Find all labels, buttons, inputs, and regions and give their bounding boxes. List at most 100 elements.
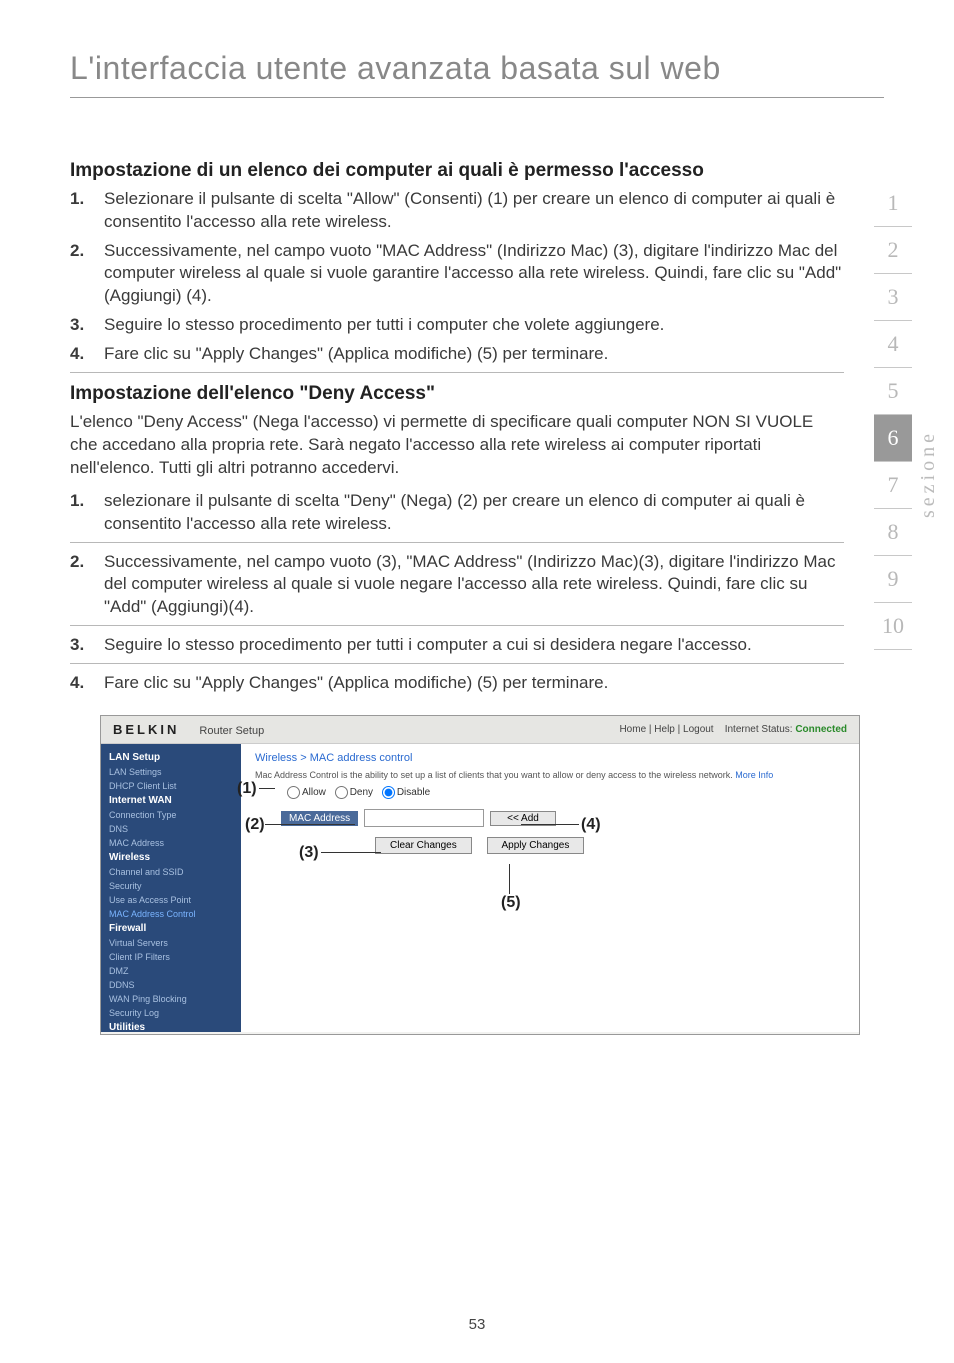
list-item: 4. Fare clic su "Apply Changes" (Applica… [70, 672, 844, 695]
item-text: Seguire lo stesso procedimento per tutti… [104, 314, 844, 337]
section-b-heading: Impostazione dell'elenco "Deny Access" [70, 381, 844, 407]
list-item: 3. Seguire lo stesso procedimento per tu… [70, 314, 844, 337]
item-text: Successivamente, nel campo vuoto (3), "M… [104, 551, 844, 620]
radio-allow-label: Allow [302, 787, 326, 798]
callout-line [509, 864, 510, 894]
page-number: 53 [0, 1316, 954, 1333]
callout-3: (3) [299, 844, 319, 862]
status-label: Internet Status: [725, 724, 793, 735]
item-number: 4. [70, 672, 104, 695]
divider [70, 542, 844, 543]
list-item: 3. Seguire lo stesso procedimento per tu… [70, 634, 844, 657]
radio-allow[interactable] [287, 786, 300, 799]
sidebar-item-wireless[interactable]: Wireless [101, 850, 241, 865]
radio-disable-label: Disable [397, 787, 430, 798]
sidebar-item[interactable]: DDNS [101, 978, 241, 992]
mac-desc: Mac Address Control is the ability to se… [255, 770, 845, 780]
section-b-intro: L'elenco "Deny Access" (Nega l'accesso) … [70, 411, 844, 480]
main-content: Impostazione di un elenco dei computer a… [0, 158, 954, 695]
item-text: Fare clic su "Apply Changes" (Applica mo… [104, 672, 844, 695]
callout-line [521, 824, 579, 825]
sidebar-item-lan-setup[interactable]: LAN Setup [101, 750, 241, 765]
divider [70, 663, 844, 664]
item-text: Fare clic su "Apply Changes" (Applica mo… [104, 343, 844, 366]
list-item: 2. Successivamente, nel campo vuoto (3),… [70, 551, 844, 620]
divider [70, 372, 844, 373]
top-links: Home | Help | Logout Internet Status: Co… [619, 724, 847, 735]
sidebar-item[interactable]: Virtual Servers [101, 936, 241, 950]
side-label-sezione: sezione [917, 430, 940, 518]
item-number: 3. [70, 314, 104, 337]
radio-disable[interactable] [382, 786, 395, 799]
sidebar-item-utilities[interactable]: Utilities [101, 1020, 241, 1032]
sidebar-item[interactable]: DMZ [101, 964, 241, 978]
sidebar-item[interactable]: Connection Type [101, 808, 241, 822]
item-text: Selezionare il pulsante di scelta "Allow… [104, 188, 844, 234]
side-nav: 1 2 3 4 5 6 7 8 9 10 [874, 180, 912, 650]
side-nav-2[interactable]: 2 [874, 227, 912, 274]
callout-2: (2) [245, 816, 265, 834]
callout-line [265, 824, 355, 825]
sidebar-item[interactable]: WAN Ping Blocking [101, 992, 241, 1006]
list-item: 1. selezionare il pulsante di scelta "De… [70, 490, 844, 536]
sidebar-item-internet-wan[interactable]: Internet WAN [101, 793, 241, 808]
radio-deny[interactable] [335, 786, 348, 799]
status-value: Connected [795, 724, 847, 735]
side-nav-10[interactable]: 10 [874, 603, 912, 650]
side-nav-9[interactable]: 9 [874, 556, 912, 603]
sidebar-item[interactable]: Security [101, 879, 241, 893]
title-underline [70, 97, 884, 98]
divider [70, 625, 844, 626]
callout-line [321, 852, 381, 853]
list-item: 1. Selezionare il pulsante di scelta "Al… [70, 188, 844, 234]
ss-header: BELKIN Router Setup Home | Help | Logout… [101, 716, 859, 744]
sidebar-item[interactable]: MAC Address [101, 836, 241, 850]
sidebar-item-firewall[interactable]: Firewall [101, 921, 241, 936]
clear-changes-button[interactable]: Clear Changes [375, 837, 472, 854]
side-nav-3[interactable]: 3 [874, 274, 912, 321]
ss-sidebar: LAN Setup LAN Settings DHCP Client List … [101, 744, 241, 1032]
list-item: 2. Successivamente, nel campo vuoto "MAC… [70, 240, 844, 309]
sidebar-item[interactable]: Client IP Filters [101, 950, 241, 964]
item-number: 2. [70, 551, 104, 620]
router-screenshot: BELKIN Router Setup Home | Help | Logout… [100, 715, 860, 1035]
top-links-left[interactable]: Home | Help | Logout [619, 724, 713, 735]
sidebar-item[interactable]: DNS [101, 822, 241, 836]
sidebar-item[interactable]: Security Log [101, 1006, 241, 1020]
item-text: Seguire lo stesso procedimento per tutti… [104, 634, 844, 657]
callout-line [259, 788, 275, 789]
item-number: 1. [70, 188, 104, 234]
belkin-logo: BELKIN [113, 722, 179, 737]
section-a-heading: Impostazione di un elenco dei computer a… [70, 158, 844, 184]
side-nav-1[interactable]: 1 [874, 180, 912, 227]
sidebar-item[interactable]: LAN Settings [101, 765, 241, 779]
sidebar-item-mac-address-control[interactable]: MAC Address Control [101, 907, 241, 921]
radio-deny-label: Deny [350, 787, 373, 798]
side-nav-8[interactable]: 8 [874, 509, 912, 556]
item-number: 2. [70, 240, 104, 309]
apply-changes-button[interactable]: Apply Changes [487, 837, 585, 854]
sidebar-item[interactable]: DHCP Client List [101, 779, 241, 793]
side-nav-6[interactable]: 6 [874, 415, 912, 462]
sidebar-item[interactable]: Use as Access Point [101, 893, 241, 907]
more-info-link[interactable]: More Info [735, 770, 773, 780]
side-nav-4[interactable]: 4 [874, 321, 912, 368]
router-setup-label: Router Setup [199, 725, 264, 737]
item-text: Successivamente, nel campo vuoto "MAC Ad… [104, 240, 844, 309]
callout-1: (1) [237, 780, 257, 798]
callout-4: (4) [581, 816, 601, 834]
item-text: selezionare il pulsante di scelta "Deny"… [104, 490, 844, 536]
sidebar-item[interactable]: Channel and SSID [101, 865, 241, 879]
item-number: 4. [70, 343, 104, 366]
callout-5: (5) [501, 894, 521, 912]
page-title: L'interfaccia utente avanzata basata sul… [0, 0, 954, 97]
ss-main: Wireless > MAC address control Mac Addre… [241, 744, 859, 1032]
radio-group: Allow Deny Disable [255, 786, 845, 799]
side-nav-7[interactable]: 7 [874, 462, 912, 509]
side-nav-5[interactable]: 5 [874, 368, 912, 415]
list-item: 4. Fare clic su "Apply Changes" (Applica… [70, 343, 844, 366]
item-number: 1. [70, 490, 104, 536]
mac-desc-text: Mac Address Control is the ability to se… [255, 770, 733, 780]
mac-address-input[interactable] [364, 809, 484, 827]
item-number: 3. [70, 634, 104, 657]
